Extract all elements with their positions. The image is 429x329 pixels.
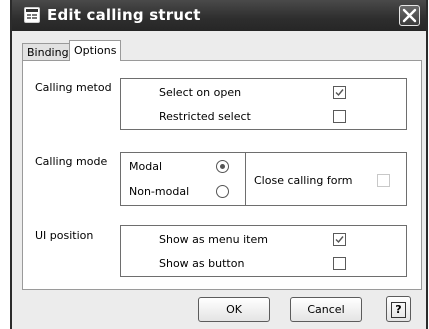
radio-selected-dot (220, 164, 225, 169)
cancel-button[interactable]: Cancel (290, 297, 362, 322)
tab-options[interactable]: Options (69, 40, 121, 61)
calling-mode-label: Calling mode (35, 155, 108, 168)
non-modal-label: Non-modal (129, 185, 190, 198)
ui-position-box: Show as menu item Show as button (120, 225, 407, 277)
restricted-select-checkbox[interactable] (333, 110, 346, 123)
modal-label: Modal (129, 160, 162, 173)
modal-radio[interactable] (216, 160, 229, 173)
tab-binding[interactable]: Binding (22, 43, 70, 60)
select-on-open-checkbox[interactable] (333, 86, 346, 99)
mode-divider (245, 153, 246, 205)
form-icon (24, 7, 40, 23)
tab-binding-label: Binding (27, 46, 69, 59)
show-as-button-label: Show as button (159, 257, 245, 270)
edit-calling-struct-dialog: Edit calling struct Binding Options Call… (10, 0, 428, 329)
tab-options-label: Options (74, 44, 117, 57)
calling-method-box: Select on open Restricted select (120, 78, 407, 130)
show-as-menu-item-label: Show as menu item (159, 233, 268, 246)
ok-button-label: OK (226, 303, 242, 316)
window-title: Edit calling struct (47, 6, 201, 24)
calling-method-label: Calling metod (35, 81, 112, 94)
checkmark-icon (335, 236, 344, 244)
show-as-button-checkbox[interactable] (333, 257, 346, 270)
title-bar: Edit calling struct (12, 0, 426, 31)
close-calling-form-label: Close calling form (254, 174, 353, 187)
ok-button[interactable]: OK (198, 297, 270, 322)
cancel-button-label: Cancel (307, 303, 345, 316)
select-on-open-label: Select on open (159, 86, 242, 99)
options-panel: Calling metod Select on open Restricted … (22, 60, 422, 290)
checkmark-icon (335, 89, 344, 97)
help-button[interactable]: ? (386, 296, 411, 322)
ui-position-label: UI position (35, 229, 94, 242)
non-modal-radio[interactable] (216, 185, 229, 198)
close-icon (402, 8, 417, 23)
calling-mode-box: Modal Non-modal Close calling form (120, 152, 407, 206)
help-icon: ? (391, 302, 406, 318)
show-as-menu-item-checkbox[interactable] (333, 233, 346, 246)
close-button[interactable] (399, 5, 420, 26)
restricted-select-label: Restricted select (159, 110, 251, 123)
close-calling-form-checkbox[interactable] (377, 174, 390, 187)
